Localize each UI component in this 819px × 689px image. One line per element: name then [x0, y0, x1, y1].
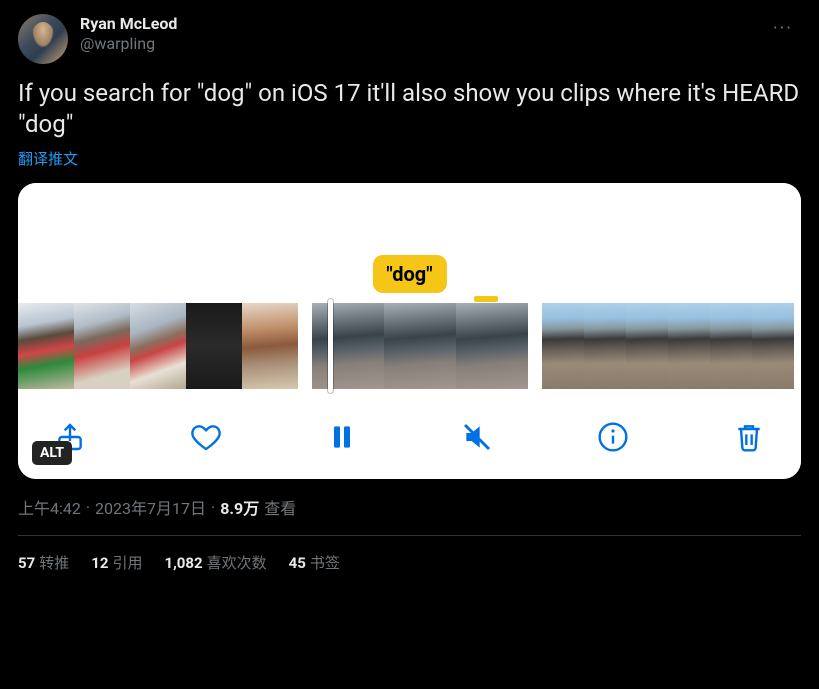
clip-frame — [18, 303, 74, 389]
caption-bubble: "dog" — [372, 255, 446, 293]
dot: · — [211, 498, 215, 517]
stat-label: 转推 — [39, 554, 69, 572]
clip-frame — [752, 303, 794, 389]
tweet-text: If you search for "dog" on iOS 17 it'll … — [18, 78, 801, 140]
stat-count: 45 — [289, 554, 306, 572]
handle[interactable]: @warpling — [80, 34, 765, 53]
tweet-meta: 上午4:42 · 2023年7月17日 · 8.9万 查看 — [18, 495, 801, 519]
clip-frame — [456, 303, 528, 389]
stat-label: 喜欢次数 — [207, 554, 267, 572]
clip-frame — [130, 303, 186, 389]
clip-group-3[interactable] — [542, 303, 794, 389]
avatar[interactable] — [18, 14, 68, 64]
stat-label: 书签 — [310, 554, 340, 572]
alt-badge[interactable]: ALT — [32, 441, 72, 465]
clip-frame — [312, 303, 384, 389]
media-card[interactable]: "dog" — [18, 183, 801, 479]
tweet-container: Ryan McLeod @warpling ··· If you search … — [0, 0, 819, 573]
quotes-stat[interactable]: 12引用 — [91, 552, 142, 573]
views-label: 查看 — [264, 495, 296, 519]
bookmarks-stat[interactable]: 45书签 — [289, 552, 340, 573]
heart-icon[interactable] — [190, 421, 222, 453]
dot: · — [86, 498, 90, 517]
author-block: Ryan McLeod @warpling — [80, 14, 765, 53]
clip-frame — [584, 303, 626, 389]
stat-count: 57 — [18, 554, 35, 572]
stat-count: 12 — [91, 554, 108, 572]
pause-icon[interactable] — [326, 421, 358, 453]
stat-count: 1,082 — [164, 554, 202, 572]
clip-frame — [626, 303, 668, 389]
retweets-stat[interactable]: 57转推 — [18, 552, 69, 573]
clip-frame — [668, 303, 710, 389]
clip-frame — [542, 303, 584, 389]
playhead[interactable] — [328, 299, 333, 393]
likes-stat[interactable]: 1,082 喜欢次数 — [164, 552, 266, 573]
tweet-header: Ryan McLeod @warpling ··· — [18, 14, 801, 64]
trash-icon[interactable] — [733, 421, 765, 453]
tweet-date[interactable]: 2023年7月17日 — [95, 495, 206, 519]
clip-frame — [74, 303, 130, 389]
clip-group-2[interactable] — [312, 303, 528, 389]
mute-icon[interactable] — [461, 421, 493, 453]
clip-frame — [384, 303, 456, 389]
clip-frame — [710, 303, 752, 389]
more-button[interactable]: ··· — [765, 14, 801, 43]
timeline-marker — [474, 296, 498, 302]
clip-group-1[interactable] — [18, 303, 298, 389]
info-icon[interactable] — [597, 421, 629, 453]
translate-link[interactable]: 翻译推文 — [18, 148, 78, 169]
tweet-time[interactable]: 上午4:42 — [18, 495, 81, 519]
media-toolbar — [18, 397, 801, 479]
display-name[interactable]: Ryan McLeod — [80, 14, 765, 33]
stats-row: 57转推 12引用 1,082 喜欢次数 45书签 — [18, 536, 801, 573]
stat-label: 引用 — [112, 554, 142, 572]
views-count: 8.9万 — [220, 495, 259, 519]
clip-frame — [242, 303, 298, 389]
clip-frame — [186, 303, 242, 389]
